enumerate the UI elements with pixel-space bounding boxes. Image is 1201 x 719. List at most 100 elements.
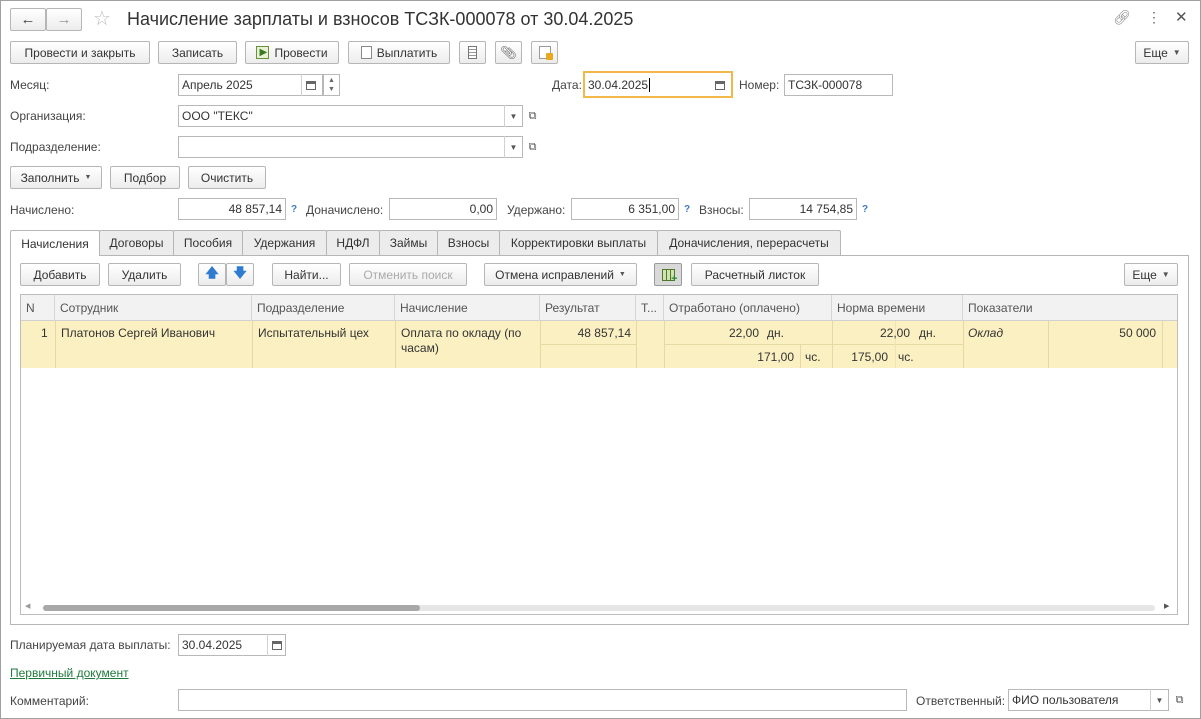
fill-button[interactable]: Заполнить ▼ bbox=[10, 166, 102, 189]
favorite-star-icon[interactable]: ☆ bbox=[93, 6, 111, 31]
chevron-down-icon: ▼ bbox=[1161, 270, 1170, 279]
cell-department: Испытательный цех bbox=[258, 326, 369, 340]
date-label: Дата: bbox=[552, 78, 582, 92]
post-button[interactable]: ▶ Провести bbox=[245, 41, 339, 64]
planned-date-label: Планируемая дата выплаты: bbox=[10, 638, 171, 652]
arrow-down-icon: 🡇︎ bbox=[233, 264, 247, 280]
cell-accrual-line1: Оплата по окладу (по bbox=[401, 326, 522, 340]
cell-worked-hours: 171,00 bbox=[757, 350, 794, 364]
arrow-up-icon: 🡅︎ bbox=[205, 264, 219, 280]
cell-norm-hours: 175,00 bbox=[851, 350, 888, 364]
post-and-close-button[interactable]: Провести и закрыть bbox=[10, 41, 150, 64]
chevron-down-icon: ▼ bbox=[618, 271, 626, 278]
date-calendar-icon[interactable] bbox=[711, 74, 729, 96]
document-window: ← → ☆ Начисление зарплаты и взносов ТСЗК… bbox=[0, 0, 1201, 719]
open-icon[interactable]: ⧉ bbox=[523, 136, 542, 158]
calendar-icon[interactable] bbox=[301, 74, 319, 96]
contributions-label: Взносы: bbox=[699, 203, 744, 217]
cell-worked-days-unit: дн. bbox=[767, 326, 784, 340]
document-icon bbox=[360, 46, 372, 59]
tab-accruals[interactable]: Начисления bbox=[10, 230, 100, 256]
column-header-accrual[interactable]: Начисление bbox=[395, 295, 540, 321]
open-icon[interactable]: ⧉ bbox=[1170, 689, 1189, 711]
payslip-button[interactable]: Расчетный листок bbox=[691, 263, 819, 286]
attach-button[interactable]: 📎︎ bbox=[495, 41, 522, 64]
tab-benefits[interactable]: Пособия bbox=[173, 230, 243, 255]
cancel-search-button[interactable]: Отменить поиск bbox=[349, 263, 467, 286]
tab-deductions[interactable]: Удержания bbox=[242, 230, 327, 255]
chevron-down-icon: ▼ bbox=[84, 174, 92, 181]
save-button[interactable]: Записать bbox=[158, 41, 237, 64]
close-icon[interactable]: ✕ bbox=[1175, 8, 1188, 26]
pick-button[interactable]: Подбор bbox=[110, 166, 180, 189]
responsible-label: Ответственный: bbox=[916, 694, 1006, 708]
cell-norm-hours-unit: чс. bbox=[898, 350, 914, 364]
accrued-field: 48 857,14 bbox=[178, 198, 286, 220]
pay-button[interactable]: Выплатить bbox=[348, 41, 450, 64]
grid-more-button[interactable]: Еще ▼ bbox=[1124, 263, 1178, 286]
delete-button[interactable]: Удалить bbox=[108, 263, 181, 286]
extra-accrued-label: Доначислено: bbox=[306, 203, 384, 217]
chevron-down-icon: ▼ bbox=[1172, 48, 1181, 57]
column-header-t[interactable]: Т... bbox=[636, 295, 664, 321]
move-down-button[interactable]: 🡇︎ bbox=[226, 263, 254, 286]
clear-button[interactable]: Очистить bbox=[188, 166, 266, 189]
primary-document-link[interactable]: Первичный документ bbox=[10, 666, 129, 680]
add-button[interactable]: Добавить bbox=[20, 263, 100, 286]
column-header-worked[interactable]: Отработано (оплачено) bbox=[664, 295, 832, 321]
structure-button[interactable] bbox=[531, 41, 558, 64]
department-field[interactable] bbox=[178, 136, 523, 158]
organization-dropdown-icon[interactable]: ▼ bbox=[504, 105, 522, 127]
column-header-n[interactable]: N bbox=[21, 295, 55, 321]
find-button[interactable]: Найти... bbox=[272, 263, 341, 286]
department-label: Подразделение: bbox=[10, 140, 101, 154]
number-label: Номер: bbox=[739, 78, 780, 92]
responsible-dropdown-icon[interactable]: ▼ bbox=[1150, 689, 1168, 711]
help-icon[interactable]: ? bbox=[862, 204, 868, 215]
comment-field[interactable] bbox=[178, 689, 907, 711]
column-header-employee[interactable]: Сотрудник bbox=[55, 295, 252, 321]
back-button[interactable]: ← bbox=[10, 8, 46, 31]
planned-date-calendar-icon[interactable] bbox=[267, 634, 285, 656]
scroll-right-icon[interactable]: ▶ bbox=[1164, 602, 1169, 610]
chevron-up-icon: ▲ bbox=[328, 77, 335, 84]
tab-ndfl[interactable]: НДФЛ bbox=[326, 230, 380, 255]
move-up-button[interactable]: 🡅︎ bbox=[198, 263, 226, 286]
comment-label: Комментарий: bbox=[10, 694, 89, 708]
chevron-down-icon: ▼ bbox=[328, 86, 335, 93]
cell-norm-days-unit: дн. bbox=[919, 326, 936, 340]
tab-payment-corrections[interactable]: Корректировки выплаты bbox=[499, 230, 658, 255]
column-header-department[interactable]: Подразделение bbox=[252, 295, 395, 321]
cell-indicator: Оклад bbox=[968, 326, 1004, 340]
tab-recalculations[interactable]: Доначисления, перерасчеты bbox=[657, 230, 841, 255]
page-title: Начисление зарплаты и взносов ТСЗК-00007… bbox=[127, 9, 634, 29]
column-header-indicators[interactable]: Показатели bbox=[963, 295, 1177, 321]
open-icon[interactable]: ⧉ bbox=[523, 105, 542, 127]
accruals-table[interactable]: N Сотрудник Подразделение Начисление Рез… bbox=[20, 294, 1178, 615]
forward-button[interactable]: → bbox=[46, 8, 82, 31]
link-icon[interactable]: 🔗︎ bbox=[1113, 9, 1131, 26]
column-header-result[interactable]: Результат bbox=[540, 295, 636, 321]
withheld-label: Удержано: bbox=[507, 203, 566, 217]
cell-norm-days: 22,00 bbox=[879, 326, 910, 340]
report-button[interactable] bbox=[459, 41, 486, 64]
responsible-field[interactable]: ФИО пользователя bbox=[1008, 689, 1169, 711]
tab-contributions[interactable]: Взносы bbox=[437, 230, 500, 255]
organization-field[interactable]: ООО "ТЕКС" bbox=[178, 105, 523, 127]
cell-indicator-value: 50 000 bbox=[1119, 326, 1156, 340]
month-stepper[interactable]: ▲ ▼ bbox=[323, 74, 340, 96]
column-header-norm[interactable]: Норма времени bbox=[832, 295, 963, 321]
show-details-toggle[interactable]: + bbox=[654, 263, 682, 286]
department-dropdown-icon[interactable]: ▼ bbox=[504, 136, 522, 158]
undo-corrections-button[interactable]: Отмена исправлений ▼ bbox=[484, 263, 637, 286]
help-icon[interactable]: ? bbox=[684, 204, 690, 215]
more-button[interactable]: Еще ▼ bbox=[1135, 41, 1189, 64]
tab-loans[interactable]: Займы bbox=[379, 230, 438, 255]
tab-contracts[interactable]: Договоры bbox=[99, 230, 174, 255]
scrollbar-thumb[interactable] bbox=[43, 605, 420, 611]
more-vertical-icon[interactable]: ⋮ bbox=[1147, 9, 1161, 26]
help-icon[interactable]: ? bbox=[291, 204, 297, 215]
number-field[interactable]: ТСЗК-000078 bbox=[784, 74, 893, 96]
organization-label: Организация: bbox=[10, 109, 86, 123]
scroll-left-icon[interactable]: ◀ bbox=[25, 602, 30, 610]
